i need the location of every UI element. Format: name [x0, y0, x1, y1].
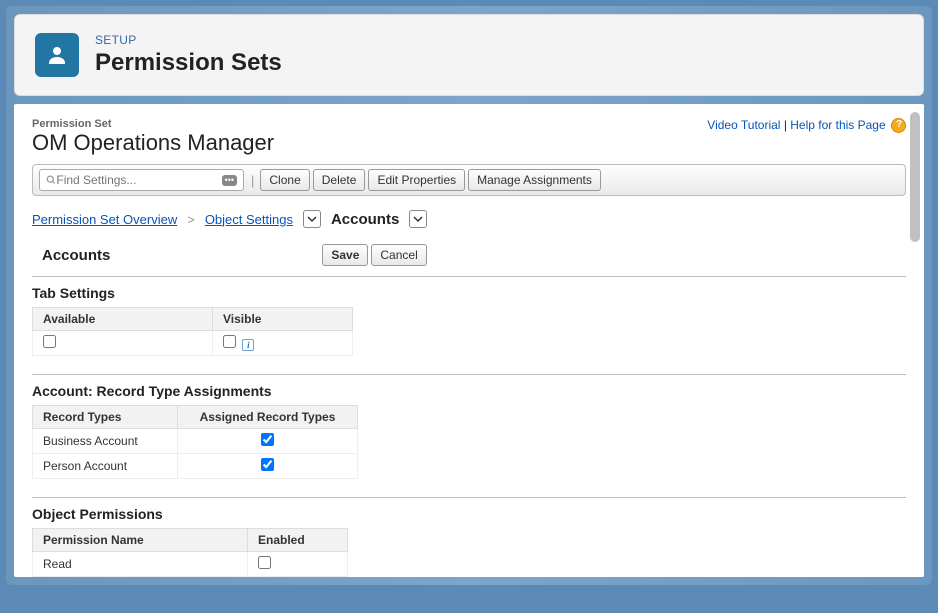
record-type-title: Account: Record Type Assignments: [32, 383, 906, 399]
header-title: Permission Sets: [95, 49, 282, 77]
edit-properties-button[interactable]: Edit Properties: [368, 169, 465, 191]
table-row: Read: [33, 552, 348, 577]
object-permissions-table: Permission Name Enabled Read: [32, 528, 348, 577]
visible-checkbox[interactable]: [223, 335, 236, 348]
find-settings-input[interactable]: [56, 173, 221, 187]
breadcrumb-overview[interactable]: Permission Set Overview: [32, 212, 177, 227]
tab-settings-title: Tab Settings: [32, 285, 906, 301]
permission-set-icon: [35, 33, 79, 77]
tab-settings-section: Tab Settings Available Visible i: [32, 276, 906, 374]
help-link[interactable]: Help for this Page: [790, 118, 885, 132]
record-type-name: Business Account: [33, 429, 178, 454]
page-title: OM Operations Manager: [32, 130, 274, 156]
assigned-checkbox-person[interactable]: [261, 458, 274, 471]
breadcrumb-current: Accounts: [331, 211, 399, 228]
toolbar: ••• | Clone Delete Edit Properties Manag…: [32, 164, 906, 196]
table-row: i: [33, 331, 353, 356]
header-eyebrow: SETUP: [95, 33, 282, 47]
record-type-name: Person Account: [33, 454, 178, 479]
panel-title: Accounts: [32, 247, 110, 264]
help-icon[interactable]: [891, 118, 906, 133]
video-tutorial-link[interactable]: Video Tutorial: [707, 118, 780, 132]
assigned-checkbox-business[interactable]: [261, 433, 274, 446]
delete-button[interactable]: Delete: [313, 169, 366, 191]
save-button[interactable]: Save: [322, 244, 368, 266]
object-permissions-title: Object Permissions: [32, 506, 906, 522]
col-assigned: Assigned Record Types: [178, 406, 358, 429]
current-object-dropdown[interactable]: [409, 210, 427, 228]
manage-assignments-button[interactable]: Manage Assignments: [468, 169, 601, 191]
search-icon: [46, 174, 56, 186]
info-icon[interactable]: i: [242, 339, 254, 351]
table-row: Person Account: [33, 454, 358, 479]
clone-button[interactable]: Clone: [260, 169, 309, 191]
enabled-checkbox-read[interactable]: [258, 556, 271, 569]
search-wrap: •••: [39, 169, 244, 191]
chevron-down-icon: [413, 214, 423, 224]
tab-settings-table: Available Visible i: [32, 307, 353, 356]
breadcrumb: Permission Set Overview > Object Setting…: [32, 210, 906, 228]
table-row: Business Account: [33, 429, 358, 454]
available-checkbox[interactable]: [43, 335, 56, 348]
col-available: Available: [33, 308, 213, 331]
breadcrumb-object-settings[interactable]: Object Settings: [205, 212, 293, 227]
col-visible: Visible: [213, 308, 353, 331]
object-settings-dropdown[interactable]: [303, 210, 321, 228]
col-record-types: Record Types: [33, 406, 178, 429]
record-type-table: Record Types Assigned Record Types Busin…: [32, 405, 358, 479]
permission-name: Read: [33, 552, 248, 577]
col-enabled: Enabled: [248, 529, 348, 552]
page-subtitle: Permission Set: [32, 118, 274, 130]
object-permissions-section: Object Permissions Permission Name Enabl…: [32, 497, 906, 577]
cancel-button[interactable]: Cancel: [371, 244, 426, 266]
keyboard-hint-icon: •••: [222, 175, 237, 186]
chevron-down-icon: [307, 214, 317, 224]
scrollbar[interactable]: [910, 112, 920, 242]
record-type-section: Account: Record Type Assignments Record …: [32, 374, 906, 497]
setup-header: SETUP Permission Sets: [14, 14, 924, 96]
col-permission-name: Permission Name: [33, 529, 248, 552]
